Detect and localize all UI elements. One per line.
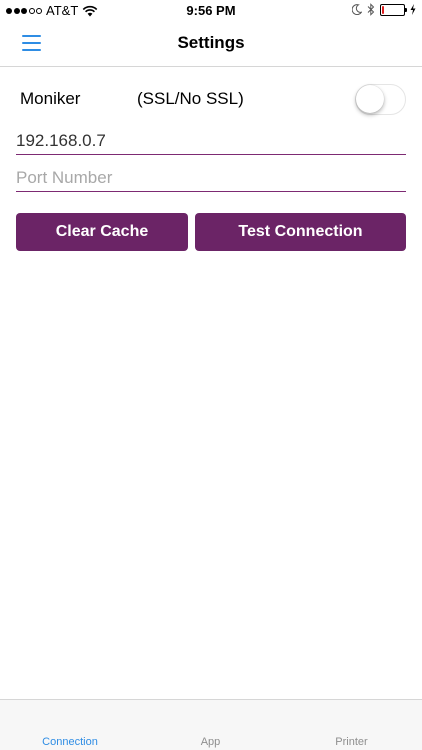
port-number-field[interactable] bbox=[16, 167, 406, 192]
moniker-row: Moniker (SSL/No SSL) bbox=[20, 84, 406, 115]
tab-connection[interactable]: Connection bbox=[0, 736, 140, 748]
tab-bar: Connection App Printer bbox=[0, 699, 422, 750]
tab-printer[interactable]: Printer bbox=[281, 736, 422, 748]
charging-icon bbox=[410, 4, 416, 15]
ssl-label: (SSL/No SSL) bbox=[137, 89, 244, 108]
clear-cache-button[interactable]: Clear Cache bbox=[16, 213, 188, 251]
test-connection-button[interactable]: Test Connection bbox=[195, 213, 406, 251]
ssl-toggle[interactable] bbox=[355, 84, 406, 115]
navigation-bar: Settings bbox=[0, 22, 422, 67]
moniker-label: Moniker bbox=[20, 89, 81, 108]
moon-icon bbox=[352, 4, 362, 15]
page-title: Settings bbox=[177, 33, 245, 52]
settings-screen: AT&T 9:56 PM Settings Moniker (SSL/No SS… bbox=[0, 0, 422, 750]
ip-address-field[interactable] bbox=[16, 130, 406, 155]
battery-icon bbox=[380, 3, 407, 16]
tab-app[interactable]: App bbox=[140, 736, 281, 748]
toggle-knob bbox=[356, 85, 384, 113]
status-right bbox=[352, 3, 416, 16]
battery-level bbox=[382, 5, 384, 14]
bluetooth-icon bbox=[367, 3, 375, 16]
status-bar: AT&T 9:56 PM bbox=[0, 0, 422, 22]
